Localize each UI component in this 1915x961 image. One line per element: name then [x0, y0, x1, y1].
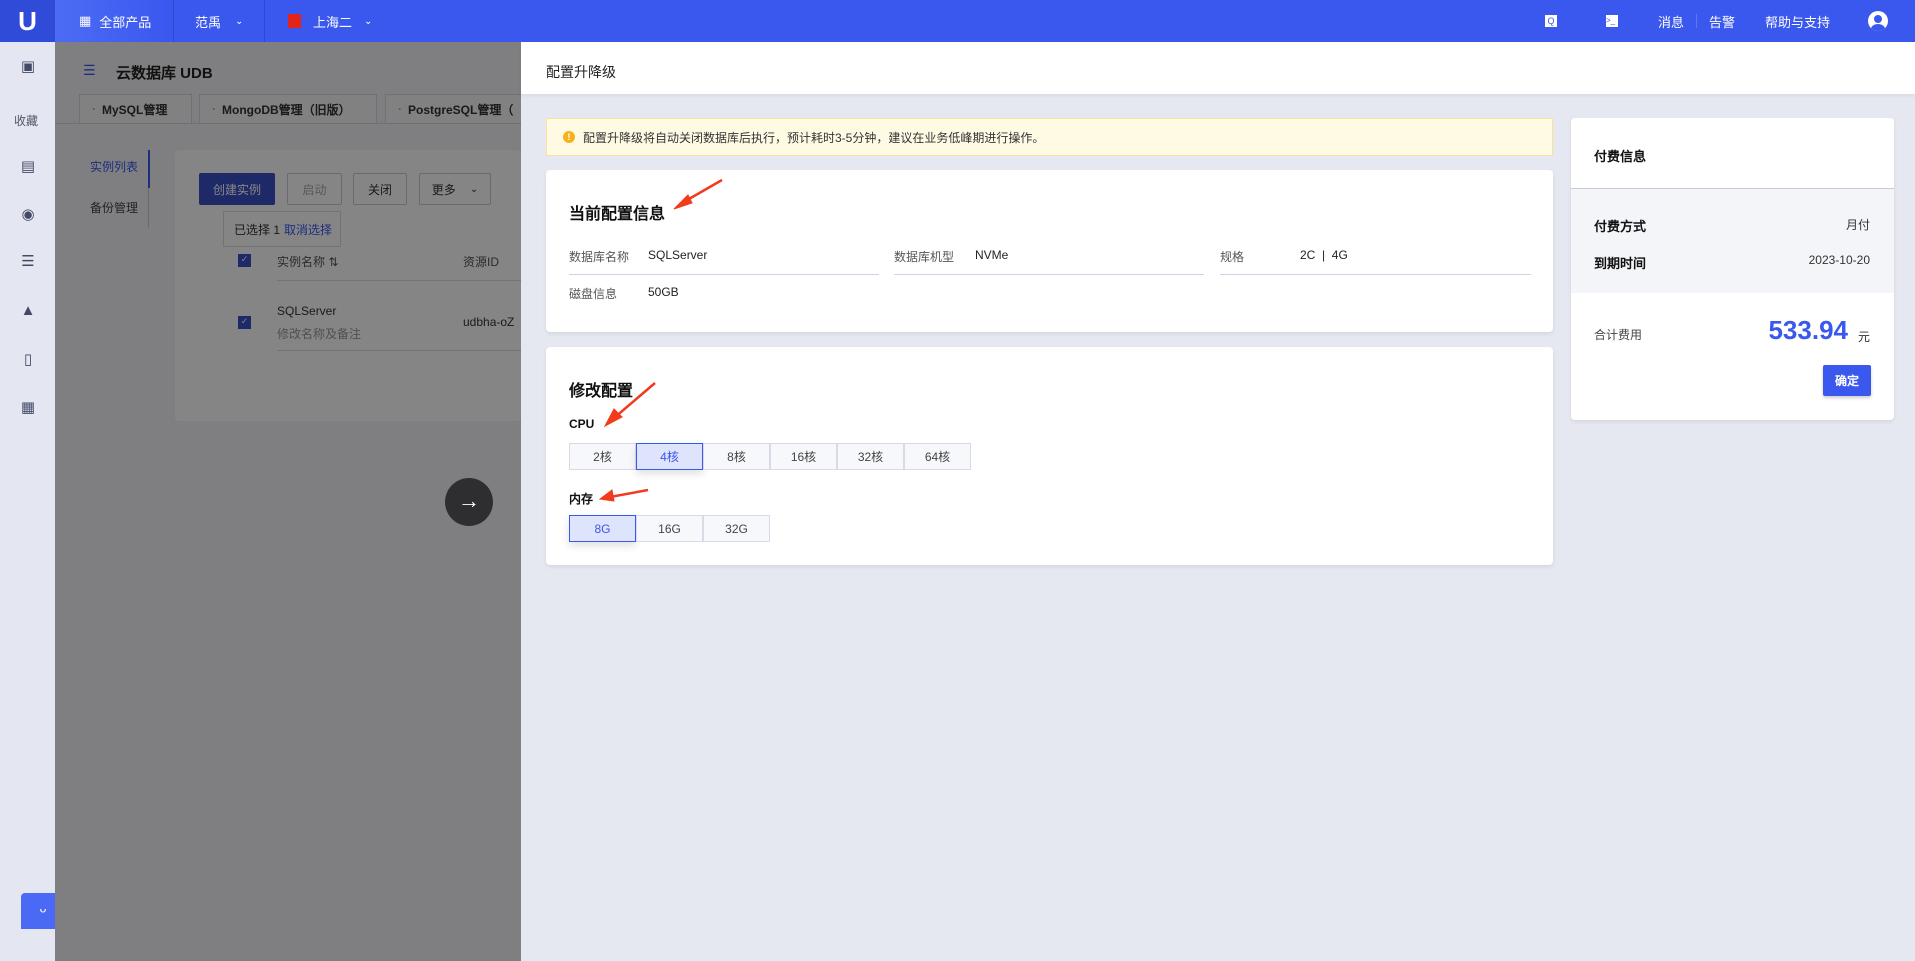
search-icon[interactable]: Q: [1545, 0, 1557, 42]
database-icon[interactable]: ☰: [18, 252, 38, 270]
config-upgrade-drawer: 配置升降级 ! 配置升降级将自动关闭数据库后执行，预计耗时3-5分钟，建议在业务低…: [521, 42, 1915, 961]
field-label: 磁盘信息: [569, 287, 618, 301]
current-config-title: 当前配置信息: [569, 206, 666, 223]
help-link[interactable]: 帮助与支持: [1765, 0, 1830, 42]
field-value: NVMe: [975, 248, 1009, 262]
chevron-down-icon: ⌄: [364, 15, 373, 27]
cpu-selector: 2核 4核 8核 16核 32核 64核: [569, 443, 971, 470]
region-label: 上海二: [313, 14, 353, 30]
cpu-option[interactable]: 16核: [770, 443, 837, 470]
payment-title: 付费信息: [1594, 149, 1647, 164]
logo[interactable]: U: [0, 0, 55, 42]
divider: [173, 0, 174, 42]
memory-option[interactable]: 32G: [703, 515, 770, 542]
total-label: 合计费用: [1594, 328, 1643, 342]
current-config-card: 当前配置信息 数据库名称 SQLServer 数据库机型 NVMe 规格 2C …: [546, 170, 1553, 332]
region-dropdown[interactable]: 上海二 ⌄: [288, 0, 372, 42]
document-icon[interactable]: ▯: [18, 350, 38, 368]
storage-icon[interactable]: ▲: [18, 301, 38, 319]
cpu-option[interactable]: 32核: [837, 443, 904, 470]
user-label: 范禹: [195, 14, 222, 30]
divider: [1696, 14, 1697, 28]
field-value: 2C | 4G: [1300, 248, 1348, 262]
total-price: 533.94: [1768, 315, 1848, 345]
cpu-option[interactable]: 2核: [569, 443, 636, 470]
cpu-option[interactable]: 64核: [904, 443, 971, 470]
payment-method-label: 付费方式: [1594, 219, 1647, 234]
field-value: SQLServer: [648, 248, 708, 262]
left-sidebar: ▣ 收藏 ▤ ◉ ☰ ▲ ▯ ▦ ᵕ: [0, 42, 65, 961]
cpu-option[interactable]: 8核: [703, 443, 770, 470]
field-value: 50GB: [648, 285, 679, 299]
warning-banner: ! 配置升降级将自动关闭数据库后执行，预计耗时3-5分钟，建议在业务低峰期进行操作…: [546, 118, 1553, 156]
china-flag-icon: [288, 14, 301, 28]
user-dropdown[interactable]: 范禹 ⌄: [195, 0, 243, 42]
top-navbar: U ▦ 全部产品 范禹 ⌄ 上海二 ⌄ Q >_ 消息 告警 帮助与支持: [0, 0, 1915, 42]
terminal-icon[interactable]: >_: [1606, 0, 1618, 42]
server-cloud-icon[interactable]: ▤: [18, 157, 38, 175]
field-label: 数据库机型: [894, 250, 955, 264]
memory-selector: 8G 16G 32G: [569, 515, 770, 542]
cpu-option[interactable]: 4核: [636, 443, 703, 470]
all-products-button[interactable]: ▦ 全部产品: [55, 0, 173, 42]
memory-option[interactable]: 8G: [569, 515, 636, 542]
grid-icon: ▦: [79, 13, 92, 28]
alerts-link[interactable]: 告警: [1709, 0, 1735, 42]
cpu-label: CPU: [569, 417, 595, 431]
network-icon[interactable]: ◉: [18, 205, 38, 223]
favorites-label[interactable]: 收藏: [14, 112, 38, 129]
messages-link[interactable]: 消息: [1658, 0, 1684, 42]
field-label: 规格: [1220, 250, 1245, 264]
chevron-down-icon: ⌄: [235, 15, 244, 27]
drawer-title: 配置升降级: [521, 42, 1915, 94]
arrow-right-button[interactable]: →: [445, 478, 493, 526]
currency-unit: 元: [1857, 330, 1870, 344]
expiry-value: 2023-10-20: [1808, 253, 1870, 267]
modify-config-card: 修改配置 CPU 2核 4核 8核 16核 32核 64核 内存 8G 16G 32G: [546, 347, 1553, 565]
payment-details: 付费方式 月付 到期时间 2023-10-20: [1571, 188, 1894, 293]
field-label: 数据库名称: [569, 250, 630, 264]
avatar-icon[interactable]: [1868, 11, 1888, 31]
payment-method-value: 月付: [1845, 218, 1870, 232]
memory-option[interactable]: 16G: [636, 515, 703, 542]
apps-grid-icon[interactable]: ▦: [18, 398, 38, 416]
warning-icon: !: [563, 131, 575, 143]
all-products-label: 全部产品: [99, 14, 152, 30]
expiry-label: 到期时间: [1594, 256, 1647, 271]
confirm-button[interactable]: 确定: [1823, 365, 1871, 396]
warning-text: 配置升降级将自动关闭数据库后执行，预计耗时3-5分钟，建议在业务低峰期进行操作。: [583, 130, 1045, 145]
divider: [264, 0, 265, 42]
payment-card: 付费信息 付费方式 月付 到期时间 2023-10-20 合计费用 533.94…: [1571, 118, 1894, 420]
memory-label: 内存: [569, 492, 594, 506]
monitor-icon[interactable]: ▣: [18, 57, 38, 75]
modify-config-title: 修改配置: [569, 383, 634, 400]
